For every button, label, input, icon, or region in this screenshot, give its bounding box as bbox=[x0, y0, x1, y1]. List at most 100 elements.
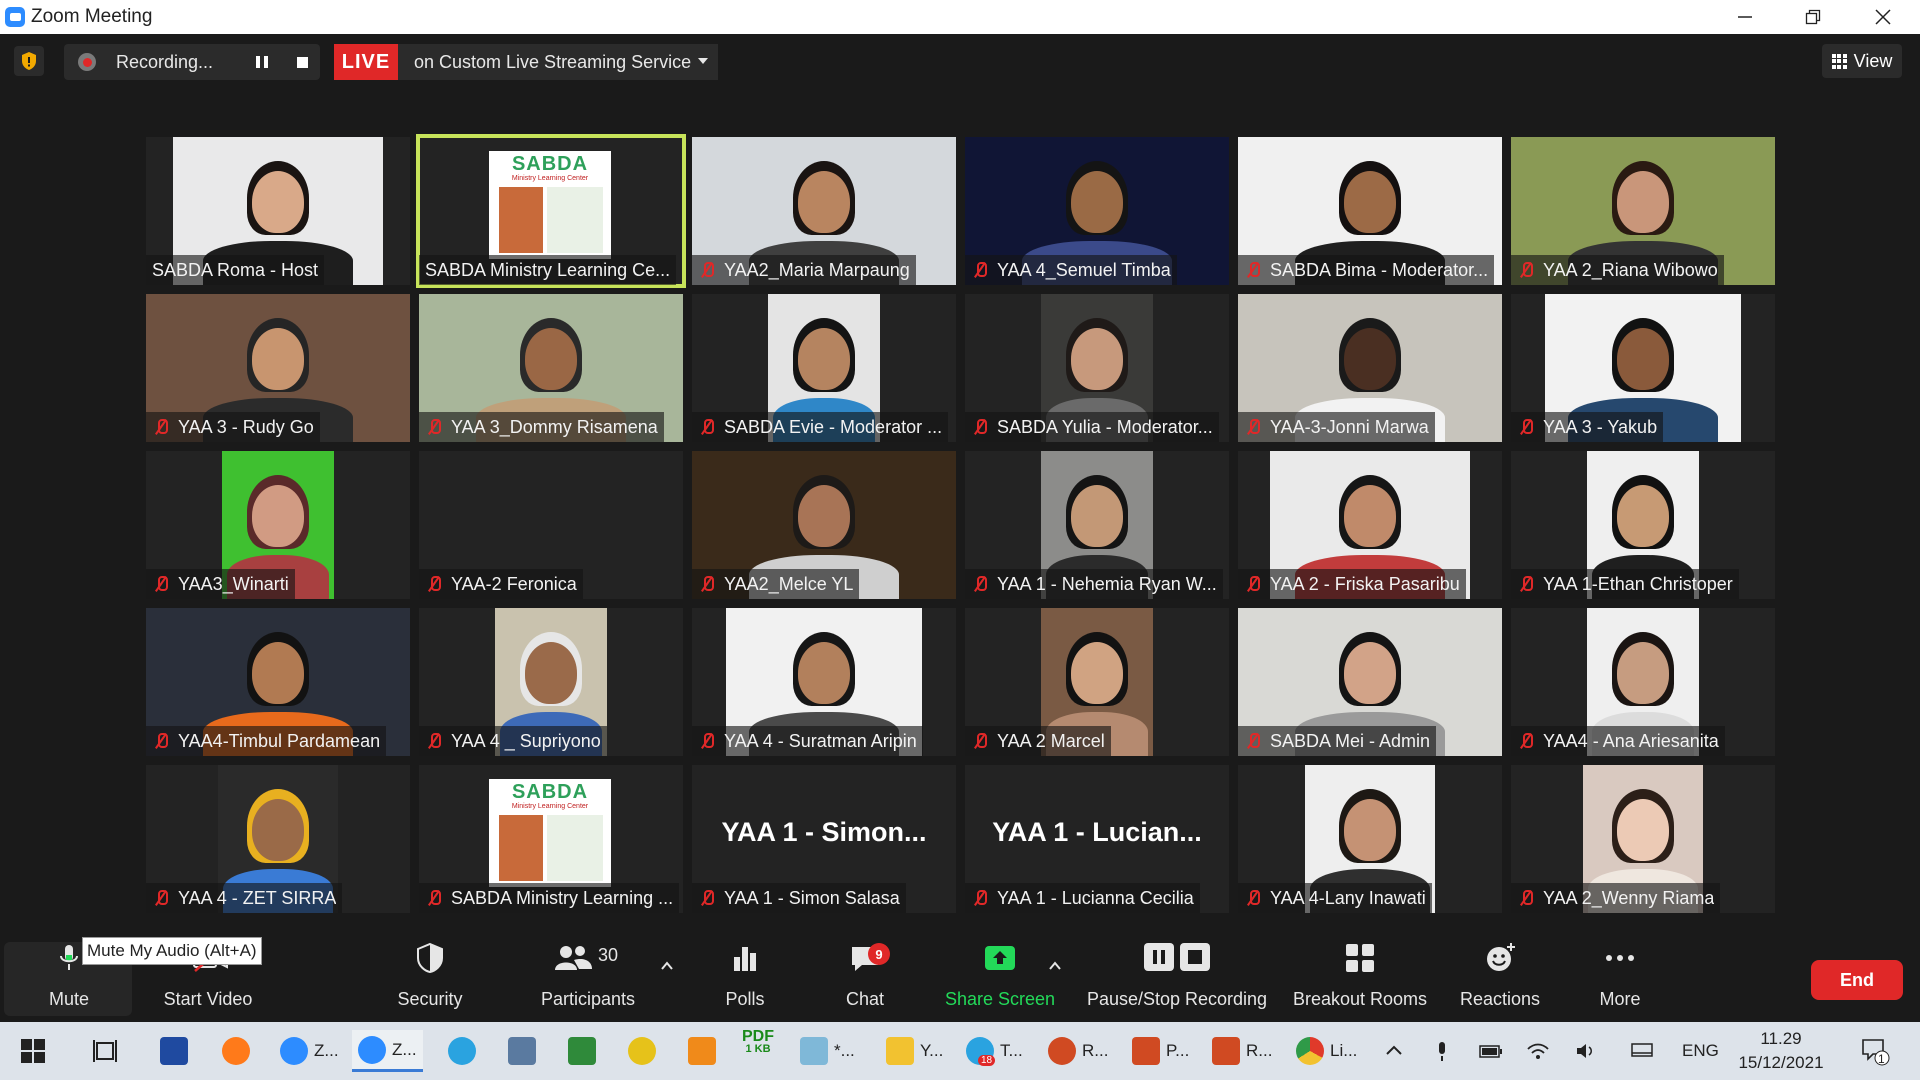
taskbar-save-app[interactable] bbox=[160, 1030, 188, 1072]
participant-tile[interactable]: YAA 1-Ethan Christoper bbox=[1511, 451, 1775, 599]
participant-tile[interactable]: YAA2_Melce YL bbox=[692, 451, 956, 599]
muted-mic-icon bbox=[1242, 730, 1264, 752]
tray-microphone[interactable] bbox=[1432, 1022, 1452, 1080]
taskbar-powerpoint-1-label: R... bbox=[1082, 1041, 1109, 1060]
share-screen-button[interactable]: Share Screen bbox=[940, 930, 1060, 1018]
participant-name: YAA 1 - Nehemia Ryan W... bbox=[997, 573, 1217, 594]
taskbar-spreadsheet-app[interactable] bbox=[568, 1030, 596, 1072]
taskbar-telegram[interactable] bbox=[448, 1030, 476, 1072]
participant-tile[interactable]: YAA 1 - Nehemia Ryan W... bbox=[965, 451, 1229, 599]
view-button[interactable]: View bbox=[1822, 44, 1902, 78]
tray-wifi[interactable] bbox=[1526, 1022, 1550, 1080]
participant-tile[interactable]: YAA 4-Lany Inawati bbox=[1238, 765, 1502, 913]
participants-count: 30 bbox=[598, 945, 619, 965]
taskbar-monitor-app[interactable] bbox=[508, 1030, 536, 1072]
participant-tile[interactable]: YAA 2_Wenny Riama bbox=[1511, 765, 1775, 913]
taskbar-notepad[interactable]: *... bbox=[800, 1030, 855, 1072]
participant-tile[interactable]: YAA3_Winarti bbox=[146, 451, 410, 599]
more-dots-icon bbox=[1603, 941, 1637, 975]
taskbar-powerpoint-3[interactable]: R... bbox=[1212, 1030, 1272, 1072]
breakout-rooms-label: Breakout Rooms bbox=[1292, 989, 1428, 1009]
participant-tile[interactable]: YAA 3 - Yakub bbox=[1511, 294, 1775, 442]
breakout-rooms-button[interactable]: Breakout Rooms bbox=[1290, 930, 1430, 1018]
muted-mic-icon bbox=[150, 416, 172, 438]
security-label: Security bbox=[397, 989, 463, 1009]
participant-name: YAA2_Melce YL bbox=[724, 573, 854, 594]
participant-tile[interactable]: SABDA Roma - Host bbox=[146, 137, 410, 285]
live-service-dropdown[interactable]: on Custom Live Streaming Service bbox=[398, 44, 718, 80]
participant-tile[interactable]: YAA 4 - Suratman Aripin bbox=[692, 608, 956, 756]
gallery-view: SABDA Roma - Host SABDA Ministry Learning … bbox=[146, 134, 1776, 917]
notepad-icon bbox=[800, 1037, 828, 1065]
pause-stop-recording-button[interactable]: Pause/Stop Recording bbox=[1082, 930, 1272, 1018]
muted-mic-icon bbox=[150, 730, 172, 752]
taskbar-pdf-file[interactable]: PDF 1 KB bbox=[742, 1029, 774, 1072]
tray-battery[interactable] bbox=[1478, 1022, 1504, 1080]
participant-display-name: YAA 1 - Simon... bbox=[721, 817, 927, 847]
windows-taskbar: Z... Z... PDF 1 KB *... Y... 18 T... R..… bbox=[0, 1022, 1920, 1080]
start-button[interactable] bbox=[20, 1030, 46, 1072]
zoom-icon bbox=[280, 1037, 308, 1065]
stop-recording-button[interactable] bbox=[286, 46, 318, 78]
participant-tile[interactable]: YAA2_Maria Marpaung bbox=[692, 137, 956, 285]
share-chevron-up-icon[interactable] bbox=[1049, 960, 1061, 972]
participant-tile[interactable]: SABDA Mei - Admin bbox=[1238, 608, 1502, 756]
powerpoint-file-icon bbox=[1132, 1037, 1160, 1065]
participant-tile[interactable]: YAA 3 - Rudy Go bbox=[146, 294, 410, 442]
taskbar-telegram-2[interactable]: 18 T... bbox=[966, 1030, 1023, 1072]
participant-name-bar: SABDA Mei - Admin bbox=[1238, 726, 1437, 756]
end-meeting-button[interactable]: End bbox=[1811, 960, 1903, 1000]
participant-tile[interactable]: YAA 2 Marcel bbox=[965, 608, 1229, 756]
sabda-logo-image: SABDA Ministry Learning Center bbox=[489, 151, 611, 259]
participant-tile[interactable]: SABDA Ministry Learning Center SABDA Minis… bbox=[416, 134, 686, 288]
tray-volume[interactable] bbox=[1574, 1022, 1598, 1080]
participant-tile[interactable]: YAA 1 - Simon... YAA 1 - Simon Salasa bbox=[692, 765, 956, 913]
more-button[interactable]: More bbox=[1570, 930, 1670, 1018]
participant-tile[interactable]: SABDA Evie - Moderator ... bbox=[692, 294, 956, 442]
battery-icon bbox=[1479, 1045, 1502, 1058]
taskbar-powerpoint-1[interactable]: R... bbox=[1048, 1030, 1108, 1072]
pause-recording-button[interactable] bbox=[246, 46, 278, 78]
microphone-icon bbox=[52, 941, 86, 975]
polls-button[interactable]: Polls bbox=[700, 930, 790, 1018]
participant-tile[interactable]: YAA 4_Semuel Timba bbox=[965, 137, 1229, 285]
taskbar-chrome[interactable]: Li... bbox=[1296, 1030, 1357, 1072]
taskbar-powerpoint-2[interactable]: P... bbox=[1132, 1030, 1189, 1072]
tray-overflow-button[interactable] bbox=[1384, 1022, 1404, 1080]
participant-name-bar: SABDA Roma - Host bbox=[146, 255, 325, 285]
participant-tile[interactable]: YAA 4 - ZET SIRRA bbox=[146, 765, 410, 913]
participants-button[interactable]: 30 Participants bbox=[534, 930, 642, 1018]
chat-button[interactable]: Chat bbox=[820, 930, 910, 1018]
taskbar-zoom-1[interactable]: Z... bbox=[280, 1030, 339, 1072]
close-button[interactable] bbox=[1848, 0, 1918, 34]
taskbar-folder[interactable]: Y... bbox=[886, 1030, 943, 1072]
tray-display[interactable] bbox=[1630, 1022, 1654, 1080]
participant-tile[interactable]: YAA 4 _ Supriyono bbox=[419, 608, 683, 756]
participant-tile[interactable]: YAA-2 Feronica bbox=[419, 451, 683, 599]
participant-tile[interactable]: YAA 3_Dommy Risamena bbox=[419, 294, 683, 442]
minimize-button[interactable] bbox=[1710, 0, 1780, 34]
action-center-button[interactable]: 1 bbox=[1860, 1022, 1890, 1080]
participant-tile[interactable]: YAA-3-Jonni Marwa bbox=[1238, 294, 1502, 442]
participant-name-bar: YAA2_Melce YL bbox=[692, 569, 860, 599]
participant-tile[interactable]: YAA 1 - Lucian... YAA 1 - Lucianna Cecili… bbox=[965, 765, 1229, 913]
participant-tile[interactable]: SABDA Bima - Moderator... bbox=[1238, 137, 1502, 285]
input-language[interactable]: ENG bbox=[1682, 1022, 1719, 1080]
participant-tile[interactable]: YAA 2 - Friska Pasaribu bbox=[1238, 451, 1502, 599]
participant-tile[interactable]: YAA 2_Riana Wibowo bbox=[1511, 137, 1775, 285]
participant-tile[interactable]: YAA4-Timbul Pardamean bbox=[146, 608, 410, 756]
taskbar-zoom-2[interactable]: Z... bbox=[352, 1030, 423, 1072]
participant-tile[interactable]: YAA4 - Ana Ariesanita bbox=[1511, 608, 1775, 756]
restore-button[interactable] bbox=[1778, 0, 1848, 34]
reactions-button[interactable]: Reactions bbox=[1450, 930, 1550, 1018]
taskbar-sublime[interactable] bbox=[688, 1030, 716, 1072]
participants-chevron-up-icon[interactable] bbox=[661, 960, 673, 972]
encryption-shield-button[interactable] bbox=[14, 46, 44, 76]
participant-tile[interactable]: SABDA Yulia - Moderator... bbox=[965, 294, 1229, 442]
system-clock[interactable]: 11.29 15/12/2021 bbox=[1735, 1027, 1827, 1075]
task-view-button[interactable] bbox=[92, 1030, 118, 1072]
taskbar-firefox[interactable] bbox=[222, 1030, 250, 1072]
security-button[interactable]: Security bbox=[380, 930, 480, 1018]
participant-tile[interactable]: SABDA Ministry Learning Center SABDA Minis… bbox=[419, 765, 683, 913]
taskbar-ue-app[interactable] bbox=[628, 1030, 656, 1072]
